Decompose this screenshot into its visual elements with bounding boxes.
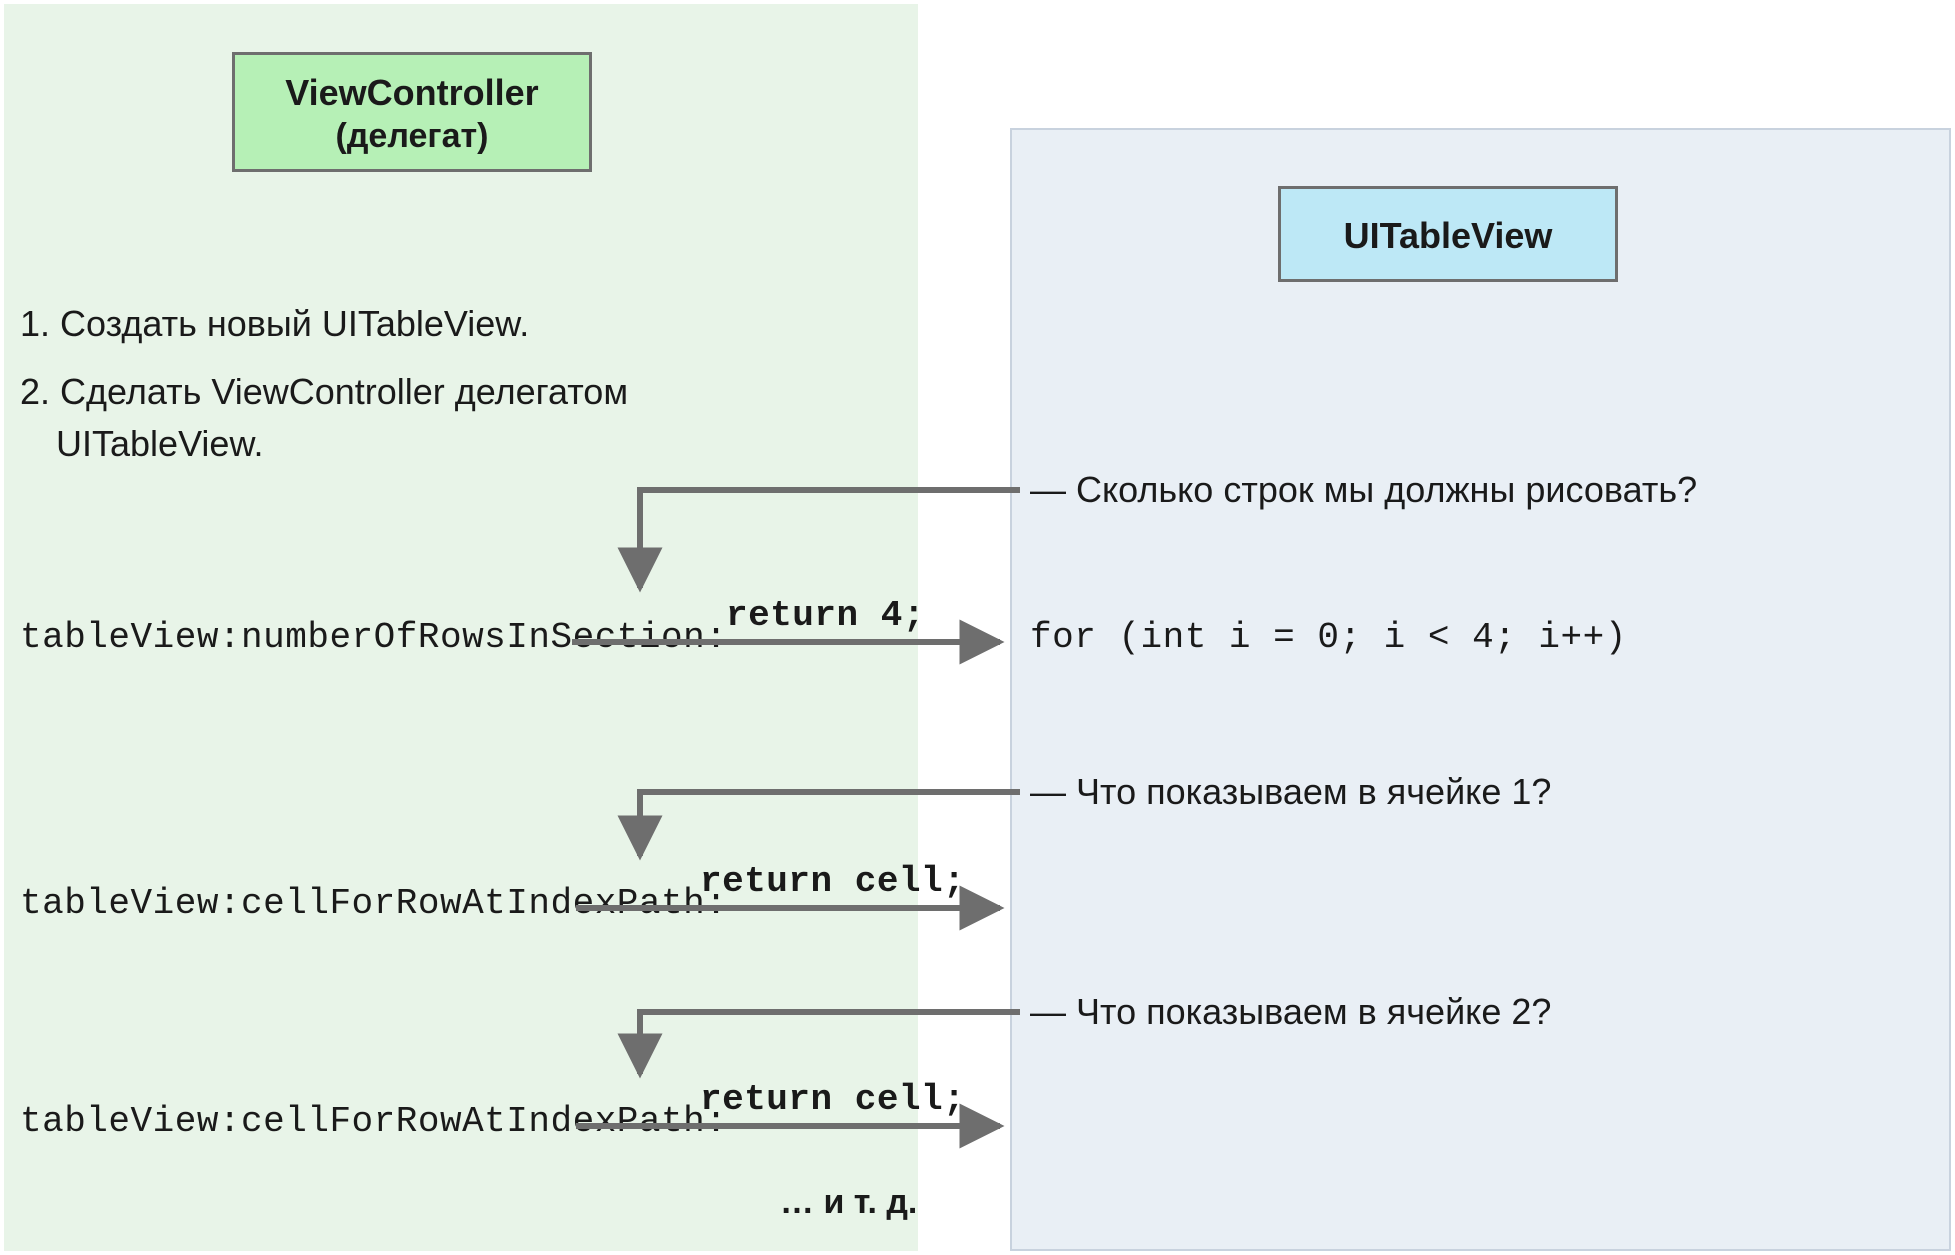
diagram-stage: ViewController (делегат) UITableView 1. … (0, 0, 1955, 1255)
for-loop: for (int i = 0; i < 4; i++) (1030, 614, 1627, 663)
question-rows: — Сколько строк мы должны рисовать? (1030, 466, 1697, 515)
etc-label: … и т. д. (780, 1180, 917, 1226)
return-cell-1: return cell; (700, 858, 965, 907)
left-title-box: ViewController (делегат) (232, 52, 592, 172)
step-1: 1. Создать новый UITableView. (20, 300, 529, 349)
right-title: UITableView (1281, 213, 1615, 258)
call-cellForRow-2: tableView:cellForRowAtIndexPath: (20, 1098, 727, 1147)
call-cellForRow-1: tableView:cellForRowAtIndexPath: (20, 880, 727, 929)
right-title-box: UITableView (1278, 186, 1618, 282)
call-numberOfRows: tableView:numberOfRowsInSection: (20, 614, 727, 663)
right-panel (1010, 128, 1951, 1251)
return-cell-2: return cell; (700, 1076, 965, 1125)
question-cell1: — Что показываем в ячейке 1? (1030, 768, 1551, 817)
return-4: return 4; (726, 592, 925, 641)
left-title-2: (делегат) (235, 115, 589, 158)
left-title-1: ViewController (235, 70, 589, 115)
step-2-line2: UITableView. (56, 420, 263, 469)
question-cell2: — Что показываем в ячейке 2? (1030, 988, 1551, 1037)
step-2-line1: 2. Сделать ViewController делегатом (20, 368, 628, 417)
